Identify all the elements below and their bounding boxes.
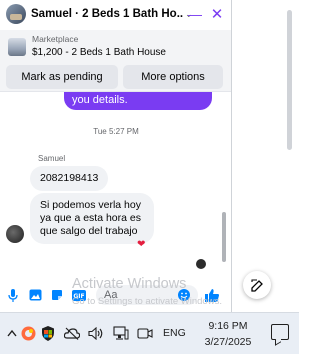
chat-scrollbar[interactable]	[222, 212, 226, 262]
contact-avatar[interactable]	[6, 4, 26, 24]
sender-name: Samuel	[38, 154, 66, 163]
meet-now-icon[interactable]	[137, 325, 153, 341]
clock-date[interactable]: 3/27/2025	[198, 336, 258, 348]
page-scrollbar[interactable]	[287, 10, 292, 150]
heart-reaction-icon[interactable]: ❤	[137, 239, 145, 250]
close-icon[interactable]: ✕	[208, 5, 226, 23]
network-icon[interactable]	[113, 325, 129, 341]
edit-icon	[250, 278, 263, 292]
listing-thumbnail[interactable]	[8, 38, 26, 56]
clock-time[interactable]: 9:16 PM	[202, 320, 254, 332]
incoming-message[interactable]: Si podemos verla hoy ya que a esta hora …	[30, 193, 154, 244]
activate-windows-subtitle: Go to Settings to activate Windows.	[72, 296, 222, 307]
volume-icon[interactable]	[88, 325, 104, 341]
incoming-message[interactable]: 2082198413	[30, 166, 109, 191]
listing-source: Marketplace	[32, 34, 79, 44]
sender-avatar[interactable]	[6, 225, 24, 243]
chat-title[interactable]: Samuel · 2 Beds 1 Bath Ho...	[31, 8, 183, 20]
cloud-offline-icon[interactable]	[64, 325, 80, 341]
notification-center-icon[interactable]	[271, 324, 289, 340]
message-text-line: ya que a esta hora es	[40, 212, 141, 224]
listing-title[interactable]: $1,200 - 2 Beds 1 Bath House	[32, 47, 166, 58]
message-text-line: que salgo del trabajo	[40, 225, 138, 237]
sticker-icon[interactable]	[50, 288, 64, 302]
chat-header[interactable]: Samuel · 2 Beds 1 Bath Ho... ⌄ — ✕	[0, 0, 231, 28]
taskbar: ENG 9:16 PM 3/27/2025	[0, 312, 299, 354]
read-receipt-avatar	[196, 259, 206, 269]
image-icon[interactable]	[28, 288, 42, 302]
more-options-button[interactable]: More options	[123, 65, 223, 89]
chevron-up-icon[interactable]	[4, 325, 20, 341]
minimize-icon[interactable]: —	[186, 5, 204, 23]
chat-window: Samuel · 2 Beds 1 Bath Ho... ⌄ — ✕ Marke…	[0, 0, 232, 312]
activate-windows-title: Activate Windows	[72, 276, 187, 292]
message-list[interactable]: you details. Tue 5:27 PM Samuel 20821984…	[0, 92, 231, 272]
message-text-line: Si podemos verla hoy	[40, 199, 141, 211]
security-shield-icon[interactable]	[40, 325, 56, 341]
outgoing-message[interactable]: you details.	[64, 92, 212, 110]
language-indicator[interactable]: ENG	[163, 327, 186, 339]
listing-banner: Marketplace $1,200 - 2 Beds 1 Bath House…	[0, 30, 231, 92]
creative-cloud-icon[interactable]	[20, 325, 36, 341]
new-message-button[interactable]	[243, 271, 271, 299]
microphone-icon[interactable]	[6, 288, 20, 302]
message-timestamp: Tue 5:27 PM	[93, 127, 139, 136]
mark-as-pending-button[interactable]: Mark as pending	[6, 65, 118, 89]
message-text: 2082198413	[40, 172, 99, 184]
